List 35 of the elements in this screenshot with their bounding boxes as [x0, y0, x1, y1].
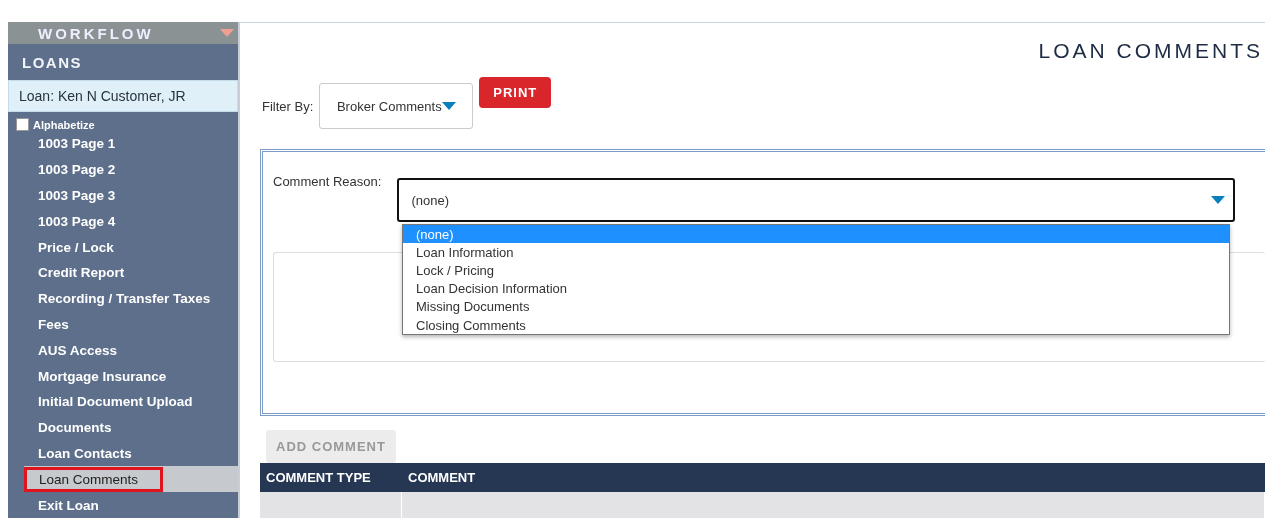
section-title: LOANS [21, 52, 83, 73]
sidebar-item[interactable]: Loan Contacts [8, 440, 238, 467]
sidebar-item[interactable]: Mortgage Insurance [8, 363, 238, 389]
dropdown-option[interactable]: Loan Information [403, 243, 1229, 262]
sidebar-item[interactable]: Credit Report [8, 260, 238, 286]
sidebar-item[interactable]: Loan Comments [24, 466, 238, 493]
caret-icon [220, 29, 234, 37]
workflow-header[interactable]: WORKFLOW [8, 22, 238, 44]
alphabetize-checkbox[interactable] [16, 118, 29, 131]
caret-icon [1211, 196, 1226, 204]
sidebar-item[interactable]: 1003 Page 2 [8, 156, 238, 183]
comment-reason-label: Comment Reason: [273, 174, 382, 189]
comment-reason-dropdown[interactable]: (none) [397, 178, 1236, 222]
print-button[interactable]: PRINT [479, 77, 552, 108]
dropdown-option[interactable]: (none) [403, 225, 1229, 244]
column-header: COMMENT [402, 463, 1265, 492]
caret-icon [441, 102, 456, 110]
sidebar-item[interactable]: Exit Loan [8, 492, 238, 518]
loan-name: Loan: Ken N Customer, JR [8, 80, 238, 112]
sidebar-item[interactable]: Recording / Transfer Taxes [8, 285, 238, 312]
column-header: COMMENT TYPE [260, 463, 402, 492]
sidebar-item[interactable]: 1003 Page 3 [8, 182, 238, 209]
filter-label: Filter By: [262, 98, 314, 114]
sidebar-item[interactable]: Documents [8, 414, 238, 441]
workflow-label: WORKFLOW [38, 24, 154, 42]
filter-dropdown[interactable]: Broker Comments [319, 83, 474, 129]
sidebar-item[interactable]: 1003 Page 1 [8, 131, 238, 157]
sidebar-item[interactable]: 1003 Page 4 [8, 208, 238, 235]
page-title: LOAN COMMENTS [1038, 39, 1263, 63]
sidebar-item[interactable]: AUS Access [8, 337, 238, 364]
sidebar-item[interactable]: Price / Lock [8, 234, 238, 260]
sidebar-item[interactable]: Fees [8, 311, 238, 338]
sidebar-item[interactable]: Initial Document Upload [8, 388, 238, 415]
dropdown-option[interactable]: Lock / Pricing [403, 261, 1229, 280]
alphabetize-label: Alphabetize [33, 118, 95, 131]
